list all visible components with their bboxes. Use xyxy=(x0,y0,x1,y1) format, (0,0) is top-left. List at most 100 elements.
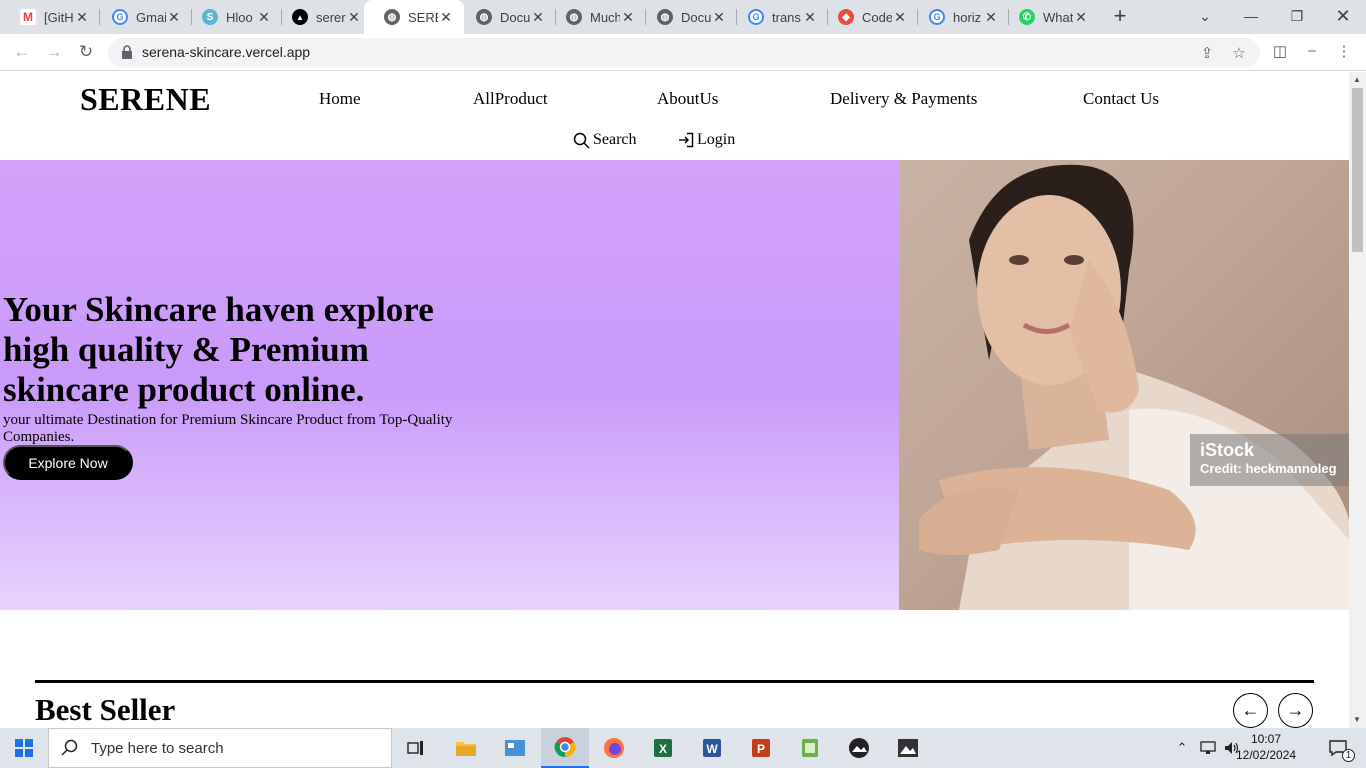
excel-icon[interactable]: X xyxy=(639,728,687,768)
close-tab-icon[interactable]: ✕ xyxy=(166,9,182,26)
share-icon[interactable]: ⇪ xyxy=(1198,44,1216,62)
globe-icon: ◍ xyxy=(657,9,673,25)
google-icon: G xyxy=(112,9,128,25)
url-text[interactable]: serena-skincare.vercel.app xyxy=(142,44,310,60)
back-arrow-icon[interactable]: ← xyxy=(10,40,34,64)
watermark-credit: Credit: heckmannoleg xyxy=(1200,461,1337,476)
forward-arrow-icon[interactable]: → xyxy=(42,40,66,64)
tab-title: Much xyxy=(590,9,620,25)
scrollbar-thumb[interactable] xyxy=(1352,88,1363,252)
photos-icon[interactable] xyxy=(884,728,932,768)
file-explorer-icon[interactable] xyxy=(442,728,490,768)
close-tab-icon[interactable]: ✕ xyxy=(983,9,999,26)
chrome-menu-icon[interactable]: ⋮ xyxy=(1334,42,1354,62)
show-hidden-icons-chevron-icon[interactable]: ⌃ xyxy=(1172,728,1192,768)
globe-icon: ◍ xyxy=(384,9,400,25)
close-tab-icon[interactable]: ✕ xyxy=(892,9,908,26)
sheets-app-icon[interactable] xyxy=(786,728,834,768)
restore-button[interactable]: ❐ xyxy=(1274,0,1320,32)
globe-icon: ◍ xyxy=(476,9,492,25)
close-tab-icon[interactable]: ✕ xyxy=(74,9,90,26)
nav-allproduct[interactable]: AllProduct xyxy=(473,89,548,109)
browser-tab[interactable]: ◍ Docu ✕ xyxy=(456,0,556,34)
new-tab-button[interactable]: + xyxy=(1108,4,1132,28)
nav-delivery-payments[interactable]: Delivery & Payments xyxy=(830,89,977,109)
notification-count-badge: 1 xyxy=(1342,749,1355,762)
svg-text:P: P xyxy=(757,742,765,756)
login-icon xyxy=(679,132,694,148)
explore-now-button[interactable]: Explore Now xyxy=(3,445,133,480)
close-window-button[interactable]: ✕ xyxy=(1320,0,1366,32)
scroll-up-icon[interactable]: ▲ xyxy=(1353,75,1361,84)
nav-aboutus[interactable]: AboutUs xyxy=(657,89,718,109)
page-scrollbar[interactable]: ▲ ▼ xyxy=(1349,72,1366,728)
clock-time: 10:07 xyxy=(1250,732,1282,746)
browser-tab[interactable]: M [GitH ✕ xyxy=(0,0,100,34)
globe-icon: ◍ xyxy=(566,9,582,25)
close-tab-icon[interactable]: ✕ xyxy=(711,9,727,26)
model-portrait-image xyxy=(919,164,1349,610)
carousel-next-button[interactable]: → xyxy=(1278,693,1313,728)
photos-editor-icon[interactable] xyxy=(835,728,883,768)
search-icon xyxy=(573,132,590,149)
close-tab-icon[interactable]: ✕ xyxy=(346,9,362,26)
firefox-icon[interactable] xyxy=(590,728,638,768)
google-icon: G xyxy=(929,9,945,25)
control-panel-icon[interactable] xyxy=(491,728,539,768)
network-icon[interactable] xyxy=(1197,728,1219,768)
task-view-icon[interactable] xyxy=(392,728,440,768)
best-seller-heading: Best Seller xyxy=(35,692,176,727)
close-tab-icon[interactable]: ✕ xyxy=(530,9,546,26)
login-link[interactable]: Login xyxy=(678,131,735,149)
close-tab-icon[interactable]: ✕ xyxy=(620,9,636,26)
browser-tab[interactable]: G horiz ✕ xyxy=(909,0,1009,34)
word-icon[interactable]: W xyxy=(688,728,736,768)
start-button[interactable] xyxy=(0,728,48,768)
vercel-icon: ▲ xyxy=(292,9,308,25)
close-tab-icon[interactable]: ✕ xyxy=(802,9,818,26)
scroll-down-icon[interactable]: ▼ xyxy=(1353,715,1361,724)
nav-home[interactable]: Home xyxy=(319,89,361,109)
carousel-prev-button[interactable]: ← xyxy=(1233,693,1268,728)
section-divider xyxy=(35,680,1314,683)
powerpoint-icon[interactable]: P xyxy=(737,728,785,768)
site-logo[interactable]: SERENE xyxy=(80,81,211,118)
close-tab-icon[interactable]: ✕ xyxy=(256,9,272,26)
tab-title: SERE xyxy=(408,9,438,25)
hero-banner: Your Skincare haven explore high quality… xyxy=(0,160,1349,610)
side-panel-icon[interactable]: ◫ xyxy=(1270,42,1290,62)
hero-model-photo: iStock Credit: heckmannoleg xyxy=(899,160,1349,610)
browser-tab[interactable]: S Hloo ✕ xyxy=(182,0,282,34)
browser-tab[interactable]: G Gmai ✕ xyxy=(92,0,192,34)
close-tab-icon[interactable]: ✕ xyxy=(1073,9,1089,26)
bookmark-star-icon[interactable]: ☆ xyxy=(1230,44,1248,62)
browser-tab[interactable]: ▲ serer ✕ xyxy=(272,0,372,34)
arrow-right-icon: → xyxy=(1286,700,1305,720)
browser-tab-strip: M [GitH ✕ G Gmai ✕ S Hloo ✕ ▲ serer ✕ ◍ … xyxy=(0,0,1366,34)
tab-title: What xyxy=(1043,9,1073,25)
extensions-icon[interactable]: ⎯ xyxy=(1302,42,1322,62)
arrow-left-icon: ← xyxy=(1241,700,1260,720)
address-bar[interactable]: serena-skincare.vercel.app ⇪ ☆ xyxy=(108,38,1260,67)
reload-icon[interactable]: ↻ xyxy=(74,40,98,64)
tab-title: Hloo xyxy=(226,9,253,25)
chrome-taskbar-icon[interactable] xyxy=(541,728,589,768)
nav-contact-us[interactable]: Contact Us xyxy=(1083,89,1159,109)
close-tab-icon[interactable]: ✕ xyxy=(438,9,454,26)
browser-tab[interactable]: ✆ What ✕ xyxy=(999,0,1099,34)
tab-title: Docu xyxy=(681,9,711,25)
search-icon xyxy=(61,739,78,756)
browser-tab[interactable]: ◍ Docu ✕ xyxy=(637,0,737,34)
taskbar-clock[interactable]: 10:07 12/02/2024 xyxy=(1236,731,1296,763)
browser-tab-active[interactable]: ◍ SERE ✕ xyxy=(364,0,464,34)
windows-logo-icon xyxy=(15,739,33,757)
notification-center-button[interactable]: 1 xyxy=(1318,728,1358,768)
page-viewport: SERENE Home AllProduct AboutUs Delivery … xyxy=(0,72,1349,728)
browser-tab[interactable]: ◆ Code ✕ xyxy=(818,0,918,34)
tab-search-chevron-icon[interactable]: ⌄ xyxy=(1182,0,1228,32)
browser-tab[interactable]: G trans ✕ xyxy=(728,0,828,34)
minimize-button[interactable]: — xyxy=(1228,0,1274,32)
browser-tab[interactable]: ◍ Much ✕ xyxy=(546,0,646,34)
taskbar-search-box[interactable]: Type here to search xyxy=(48,728,392,768)
search-link[interactable]: Search xyxy=(573,131,637,149)
